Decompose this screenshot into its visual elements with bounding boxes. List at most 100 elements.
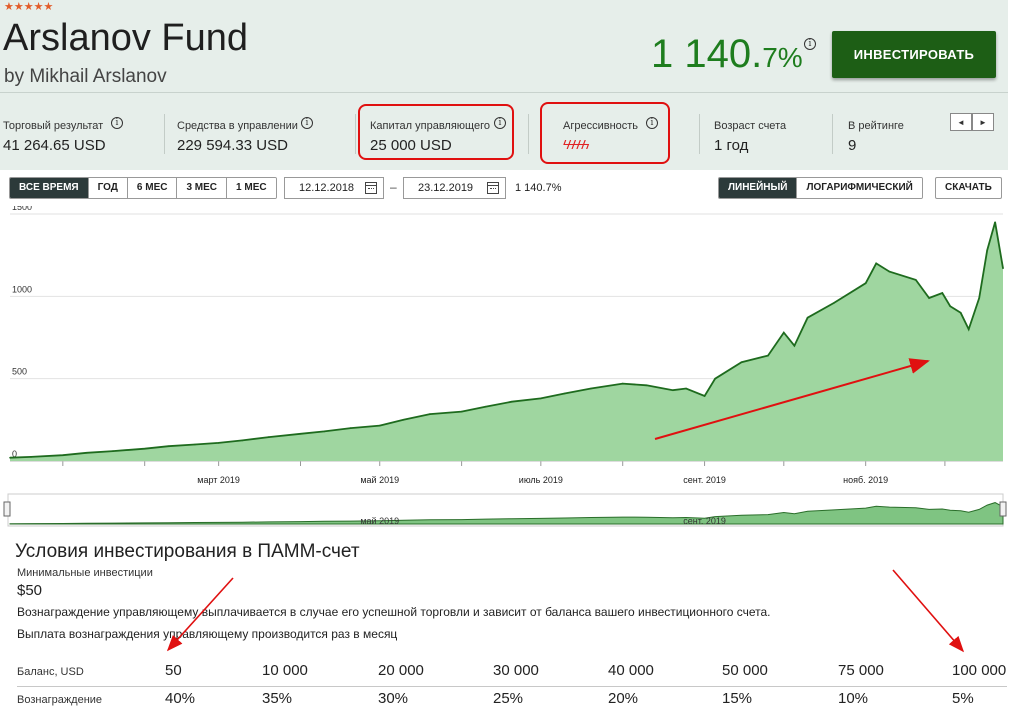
navigator-label: май 2019	[360, 516, 399, 526]
equity-point	[590, 387, 592, 390]
highlight-box	[358, 104, 514, 160]
equity-point	[484, 405, 487, 408]
info-icon[interactable]: i	[111, 117, 123, 129]
equity-point	[685, 387, 687, 390]
equity-point	[864, 282, 867, 284]
return-main: 1 140.	[651, 32, 763, 76]
period-year-button[interactable]: ГОД	[88, 178, 128, 198]
equity-point	[143, 447, 146, 450]
equity-point	[299, 433, 302, 435]
scale-selector: ЛИНЕЙНЫЙ ЛОГАРИФМИЧЕСКИЙ	[718, 177, 923, 199]
scale-linear-button[interactable]: ЛИНЕЙНЫЙ	[719, 178, 798, 198]
equity-point	[112, 450, 114, 452]
equity-point	[621, 382, 624, 385]
equity-point	[833, 302, 835, 304]
equity-point	[645, 384, 648, 387]
fee-cell: 30%	[378, 690, 409, 707]
fee-row-label: Вознаграждение	[17, 694, 103, 706]
page: ★★★★★ Arslanov Fund by Mikhail Arslanov …	[0, 0, 1024, 716]
period-6m-button[interactable]: 6 МЕС	[127, 178, 178, 198]
y-tick-label: 500	[12, 367, 27, 377]
equity-point	[783, 331, 785, 334]
equity-point	[217, 442, 220, 444]
calendar-icon[interactable]	[365, 182, 377, 194]
fund-return: 1 140.7%	[651, 30, 803, 82]
pager-prev-button[interactable]: ◄	[950, 113, 972, 131]
stat-label: Средства в управлении	[177, 120, 298, 132]
return-decimal: 7%	[762, 42, 803, 73]
stat-rating: В рейтинге 9	[848, 93, 948, 171]
date-from-field[interactable]: 12.12.2018	[284, 177, 384, 199]
fund-author: by Mikhail Arslanov	[4, 66, 167, 87]
equity-point	[62, 454, 64, 456]
fee-cell: 10%	[838, 690, 869, 707]
invest-button[interactable]: ИНВЕСТИРОВАТЬ	[832, 31, 996, 78]
equity-point	[994, 221, 996, 223]
fee-cell: 15%	[722, 690, 753, 707]
equity-point	[349, 427, 352, 429]
date-to-field[interactable]: 23.12.2019	[403, 177, 506, 199]
pager-next-button[interactable]: ►	[972, 113, 994, 131]
equity-area	[10, 222, 1003, 461]
equity-point	[1002, 267, 1004, 270]
equity-point	[949, 305, 951, 307]
stat-label: Торговый результат	[3, 120, 104, 132]
download-button[interactable]: СКАЧАТЬ	[935, 177, 1002, 199]
period-all-button[interactable]: ВСЕ ВРЕМЯ	[10, 178, 89, 198]
equity-point	[986, 249, 988, 251]
stat-value: 229 594.33 USD	[177, 137, 288, 154]
table-divider	[17, 686, 1007, 687]
navigator-handle[interactable]	[999, 501, 1007, 517]
rating-stars: ★★★★★	[4, 1, 54, 13]
period-1m-button[interactable]: 1 МЕС	[227, 178, 276, 198]
stat-value: 9	[848, 137, 857, 154]
return-info-icon[interactable]: i	[804, 38, 816, 50]
stat-label: Возраст счета	[714, 120, 787, 132]
fund-header: ★★★★★ Arslanov Fund by Mikhail Arslanov …	[0, 0, 1008, 92]
equity-point	[740, 361, 743, 363]
equity-point	[378, 424, 381, 427]
equity-point	[793, 344, 796, 347]
divider	[164, 114, 165, 154]
divider	[355, 114, 356, 154]
chart-toolbar: ВСЕ ВРЕМЯ ГОД 6 МЕС 3 МЕС 1 МЕС 12.12.20…	[0, 170, 1008, 206]
fee-cell: 5%	[952, 690, 974, 707]
navigator-handle[interactable]	[3, 501, 11, 517]
equity-point	[194, 443, 196, 446]
equity-point	[875, 262, 877, 265]
equity-chart-svg: 050010001500март 2019 май 2019 июль 2019 се…	[3, 206, 1007, 527]
x-tick-label: нояб. 2019	[843, 475, 888, 485]
equity-point	[268, 436, 270, 438]
scale-log-button[interactable]: ЛОГАРИФМИЧЕСКИЙ	[797, 178, 922, 198]
fee-cell: 20%	[608, 690, 639, 707]
stats-pager: ◄ ►	[950, 113, 994, 131]
divider	[699, 114, 700, 154]
equity-point	[703, 395, 706, 397]
equity-point	[540, 397, 542, 400]
info-icon[interactable]: i	[301, 117, 313, 129]
calendar-icon[interactable]	[487, 182, 499, 194]
equity-point	[563, 392, 566, 395]
annotation-arrow-left	[166, 577, 234, 652]
equity-point	[806, 316, 809, 319]
range-return: 1 140.7%	[515, 182, 562, 194]
date-from-value: 12.12.2018	[299, 182, 355, 194]
equity-point	[928, 297, 930, 299]
equity-point	[9, 456, 11, 459]
equity-point	[85, 452, 88, 454]
x-tick-label: март 2019	[197, 475, 240, 485]
equity-point	[767, 354, 769, 357]
period-selector: ВСЕ ВРЕМЯ ГОД 6 МЕС 3 МЕС 1 МЕС	[9, 177, 277, 199]
equity-point	[511, 400, 513, 403]
navigator-label: сент. 2019	[683, 516, 726, 526]
stat-assets-under-management: Средства в управлении i 229 594.33 USD	[177, 93, 347, 171]
stat-trading-result: Торговый результат i 41 264.65 USD	[3, 93, 163, 171]
date-range-dash: –	[390, 180, 397, 194]
stats-bar: Торговый результат i 41 264.65 USD Средс…	[0, 92, 1008, 170]
equity-point	[672, 389, 674, 391]
period-3m-button[interactable]: 3 МЕС	[177, 178, 228, 198]
divider	[832, 114, 833, 154]
equity-chart: 0 500 1000 1500 март 2019 май 2019 июль 2019 се…	[0, 206, 1008, 530]
equity-point	[888, 270, 891, 273]
equity-point	[323, 430, 326, 433]
